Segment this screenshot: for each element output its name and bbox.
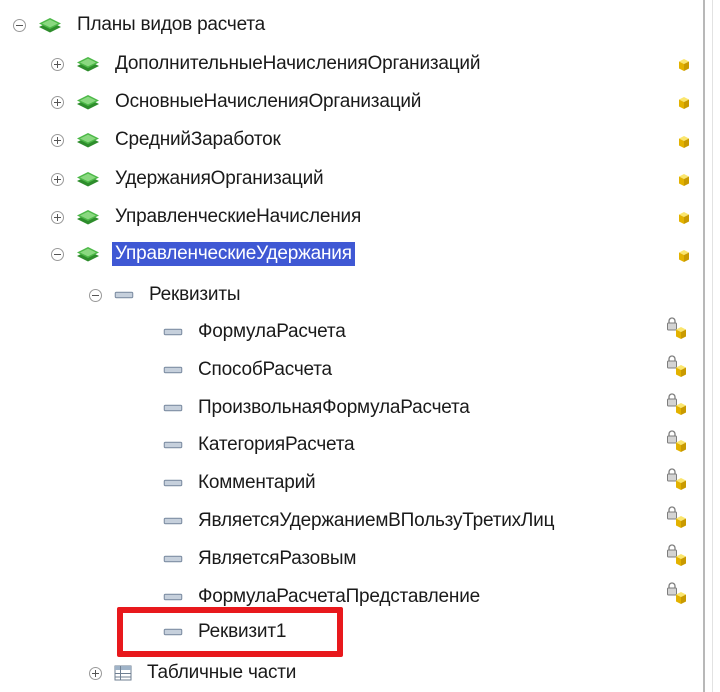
tree-node-requisite[interactable]: СпособРасчета: [163, 354, 335, 386]
plan-icon: [77, 210, 99, 225]
tree-node-requisites-group[interactable]: Реквизиты: [89, 279, 243, 311]
tree-node-label: ОсновныеНачисленияОрганизаций: [115, 91, 422, 112]
tree-node-label: Реквизиты: [149, 284, 241, 305]
tree-node-label: ЯвляетсяРазовым: [198, 548, 357, 569]
plan-icon: [77, 247, 99, 262]
tree-node-requisite[interactable]: ЯвляетсяУдержаниемВПользуТретихЛиц: [163, 505, 557, 537]
tree-node-plan-selected[interactable]: УправленческиеУдержания: [51, 238, 355, 270]
requisite-icon: [163, 517, 183, 525]
expand-icon[interactable]: [51, 210, 64, 224]
plan-icon: [77, 57, 99, 72]
tree-node-requisite[interactable]: ЯвляетсяРазовым: [163, 543, 359, 575]
lock-cube-icon: [667, 430, 686, 452]
tree-node-root[interactable]: Планы видов расчета: [13, 9, 268, 41]
plan-icon: [77, 133, 99, 148]
tree-node-plan[interactable]: СреднийЗаработок: [51, 124, 284, 156]
support-cube-icon: [679, 250, 689, 262]
lock-cube-icon: [667, 355, 686, 377]
requisite-icon: [163, 555, 183, 563]
tree-node-label: Планы видов расчета: [77, 14, 265, 35]
tree-node-tabular-group[interactable]: Табличные части: [89, 657, 299, 689]
tree-node-label: Комментарий: [198, 472, 316, 493]
expand-icon[interactable]: [51, 172, 64, 186]
tree-node-label: УдержанияОрганизаций: [115, 168, 324, 189]
support-cube-icon: [679, 59, 689, 71]
highlight-frame: [117, 607, 343, 657]
tree-node-requisite[interactable]: КатегорияРасчета: [163, 429, 357, 461]
collapse-icon[interactable]: [51, 247, 64, 261]
support-cube-icon: [679, 174, 689, 186]
tree-node-label: ФормулаРасчетаПредставление: [198, 586, 480, 607]
tree-node-label: СпособРасчета: [198, 359, 332, 380]
tree-node-label: ДополнительныеНачисленияОрганизаций: [115, 53, 481, 74]
plan-icon: [77, 172, 99, 187]
tree-node-plan[interactable]: УправленческиеНачисления: [51, 201, 364, 233]
collapse-icon[interactable]: [89, 288, 102, 302]
support-cube-icon: [679, 212, 689, 224]
support-cube-icon: [679, 97, 689, 109]
tree-node-label: ФормулаРасчета: [198, 321, 346, 342]
plan-types-icon: [39, 18, 61, 33]
tree-node-label: ПроизвольнаяФормулаРасчета: [198, 397, 470, 418]
table-icon: [114, 665, 132, 681]
requisite-icon: [163, 441, 183, 449]
tree-node-requisite[interactable]: ФормулаРасчета: [163, 316, 349, 348]
panel-right-border: [703, 0, 705, 692]
requisite-icon: [163, 593, 183, 601]
expand-icon[interactable]: [51, 57, 64, 71]
tree-node-plan[interactable]: УдержанияОрганизаций: [51, 163, 326, 195]
tree-node-plan[interactable]: ДополнительныеНачисленияОрганизаций: [51, 48, 483, 80]
lock-cube-icon: [667, 393, 686, 415]
tree-node-label: ЯвляетсяУдержаниемВПользуТретихЛиц: [198, 510, 555, 531]
requisite-icon: [163, 404, 183, 412]
tree-node-label: УправленческиеУдержания: [112, 242, 355, 266]
tree-node-label: СреднийЗаработок: [115, 129, 281, 150]
support-cube-icon: [679, 136, 689, 148]
lock-cube-icon: [667, 468, 686, 490]
requisite-icon: [163, 479, 183, 487]
lock-cube-icon: [667, 582, 686, 604]
expand-icon[interactable]: [51, 133, 64, 147]
tree-node-label: Табличные части: [147, 662, 297, 683]
requisite-icon: [163, 328, 183, 336]
plan-icon: [77, 95, 99, 110]
expand-icon[interactable]: [89, 666, 102, 680]
tree-node-label: УправленческиеНачисления: [115, 206, 362, 227]
lock-cube-icon: [667, 544, 686, 566]
tree-node-label: КатегорияРасчета: [198, 434, 355, 455]
panel-scroll-edge: [712, 0, 713, 692]
requisite-icon: [163, 366, 183, 374]
requisites-icon: [114, 291, 134, 299]
lock-cube-icon: [667, 506, 686, 528]
tree-node-requisite[interactable]: Комментарий: [163, 467, 318, 499]
collapse-icon[interactable]: [13, 18, 26, 32]
lock-cube-icon: [667, 317, 686, 339]
tree-node-plan[interactable]: ОсновныеНачисленияОрганизаций: [51, 86, 424, 118]
expand-icon[interactable]: [51, 95, 64, 109]
tree-node-requisite[interactable]: ПроизвольнаяФормулаРасчета: [163, 392, 473, 424]
